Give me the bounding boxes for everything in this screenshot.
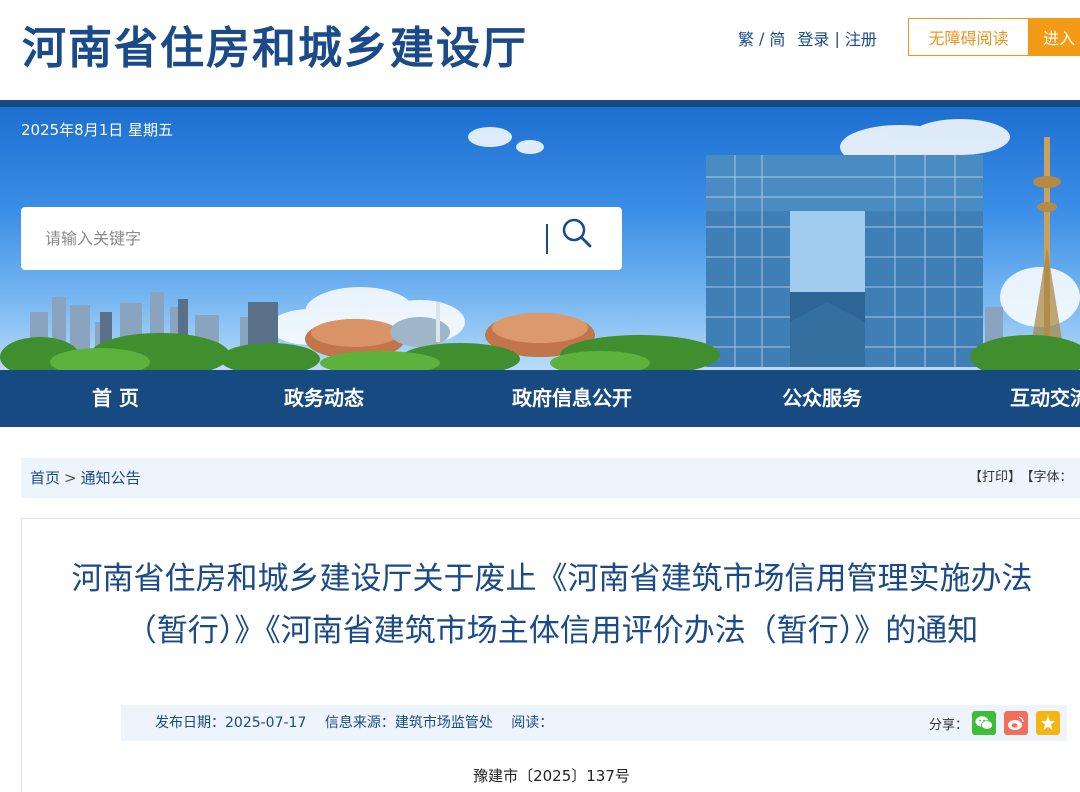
- info-source: 信息来源：建筑市场监管处: [324, 715, 493, 731]
- login-link[interactable]: 登录: [797, 26, 829, 50]
- article-panel: 河南省住房和城乡建设厅关于废止《河南省建筑市场信用管理实施办法（暂行）》《河南省…: [21, 518, 1080, 792]
- accessible-reading-button[interactable]: 无障碍阅读: [908, 18, 1029, 56]
- search-divider: [546, 224, 548, 254]
- enter-button[interactable]: 进入: [1029, 18, 1080, 56]
- banner-top-line: [0, 100, 1080, 107]
- weibo-icon: [1008, 716, 1024, 730]
- share-label: 分享：: [929, 717, 969, 733]
- document-number: 豫建市〔2025〕137号: [473, 767, 630, 785]
- lang-separator: /: [759, 28, 765, 48]
- breadcrumb-current[interactable]: 通知公告: [81, 469, 141, 487]
- publish-date: 发布日期：2025-07-17: [155, 715, 307, 731]
- lang-traditional-link[interactable]: 繁: [738, 26, 754, 50]
- top-links: 繁 / 简 登录 | 注册: [738, 26, 877, 50]
- search-input[interactable]: [21, 207, 551, 270]
- current-date: 2025年8月1日 星期五: [21, 121, 174, 139]
- main-nav: 首 页 政务动态 政府信息公开 公众服务 互动交流: [0, 370, 1080, 427]
- register-link[interactable]: 注册: [845, 26, 877, 50]
- search-icon: [562, 218, 592, 248]
- star-icon: [1041, 716, 1056, 730]
- page-tools: 【打印】 【字体：: [969, 458, 1079, 498]
- nav-interaction[interactable]: 互动交流: [1010, 370, 1080, 427]
- wechat-icon: [975, 716, 993, 730]
- lang-simplified-link[interactable]: 简: [769, 26, 785, 50]
- site-title[interactable]: 河南省住房和城乡建设厅: [22, 12, 528, 76]
- share-wechat-button[interactable]: [972, 711, 997, 735]
- breadcrumb: 首页 > 通知公告: [30, 458, 141, 498]
- article-meta: 发布日期：2025-07-17 信息来源：建筑市场监管处 阅读：: [155, 705, 567, 741]
- search-button[interactable]: [561, 217, 611, 261]
- breadcrumb-home[interactable]: 首页: [30, 469, 60, 487]
- nav-public-service[interactable]: 公众服务: [782, 370, 862, 427]
- nav-home[interactable]: 首 页: [92, 370, 139, 427]
- search-box: [21, 207, 622, 270]
- favorite-button[interactable]: [1036, 711, 1061, 735]
- link-separator: |: [834, 28, 840, 48]
- nav-news[interactable]: 政务动态: [284, 370, 364, 427]
- nav-info-disclosure[interactable]: 政府信息公开: [512, 370, 632, 427]
- site-header: 河南省住房和城乡建设厅 繁 / 简 登录 | 注册 无障碍阅读 进入: [0, 0, 1080, 100]
- breadcrumb-bar: 首页 > 通知公告 【打印】 【字体：: [21, 458, 1080, 498]
- article-title: 河南省住房和城乡建设厅关于废止《河南省建筑市场信用管理实施办法（暂行）》《河南省…: [71, 561, 1033, 649]
- print-button[interactable]: 【打印】: [969, 470, 1021, 485]
- share-bar: 分享：: [929, 705, 1061, 741]
- banner: 2025年8月1日 星期五: [0, 107, 1080, 370]
- view-count: 阅读：: [511, 715, 554, 731]
- font-size-control[interactable]: 【字体：: [1027, 470, 1073, 485]
- article-meta-bar: 发布日期：2025-07-17 信息来源：建筑市场监管处 阅读： 分享：: [121, 705, 1067, 741]
- share-weibo-button[interactable]: [1004, 711, 1029, 735]
- breadcrumb-arrow: >: [64, 469, 77, 487]
